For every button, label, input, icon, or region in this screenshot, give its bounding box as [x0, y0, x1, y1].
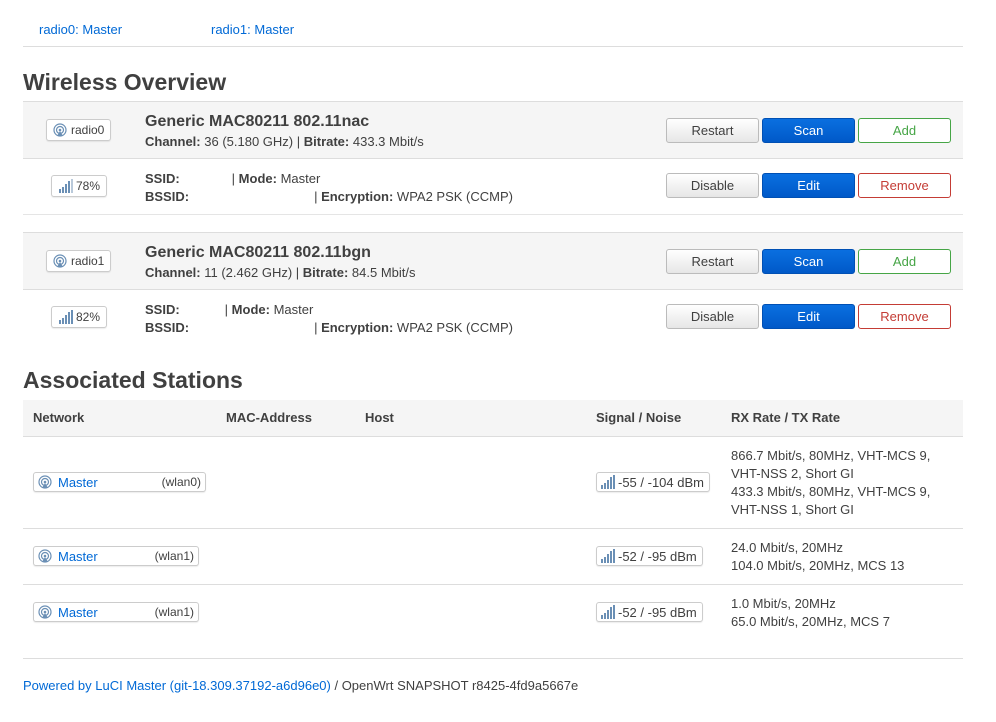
radio0-info: Channel: 36 (5.180 GHz) | Bitrate: 433.3…	[145, 134, 424, 149]
station-rates: 24.0 Mbit/s, 20MHz 104.0 Mbit/s, 20MHz, …	[731, 540, 905, 573]
radio1-edit-button[interactable]: Edit	[762, 304, 855, 329]
radio0-label: radio0	[71, 123, 105, 137]
wifi-icon	[38, 475, 52, 489]
station-interface: (wlan1)	[154, 605, 194, 619]
radio1-info: Channel: 11 (2.462 GHz) | Bitrate: 84.5 …	[145, 265, 416, 280]
bssid-label: BSSID:	[145, 189, 190, 204]
signal-bars-icon	[600, 549, 615, 563]
radio1-channel: 11 (2.462 GHz)	[204, 265, 293, 280]
encryption-label: Encryption:	[321, 189, 394, 204]
radio0-title: Generic MAC80211 802.11nac	[145, 113, 370, 130]
station-signal-badge: -52 / -95 dBm	[596, 546, 703, 566]
signal-bars-icon	[600, 605, 615, 619]
radio1-add-button[interactable]: Add	[858, 249, 951, 274]
tab-radio0[interactable]: radio0: Master	[39, 22, 122, 37]
wireless-overview-heading: Wireless Overview	[23, 69, 227, 95]
channel-label: Channel:	[145, 134, 201, 149]
column-signal-noise: Signal / Noise	[596, 410, 682, 425]
radio0-signal-badge: 78%	[51, 175, 108, 197]
station-network-badge[interactable]: Master (wlan1)	[33, 602, 199, 622]
footer-divider	[23, 658, 963, 659]
channel-label: Channel:	[145, 265, 201, 280]
station-signal-badge: -52 / -95 dBm	[596, 602, 703, 622]
radio1-disable-button[interactable]: Disable	[666, 304, 759, 329]
radio0-network-row: 78% SSID: | Mode: Master BSSID: | Encrypti…	[23, 158, 963, 215]
radio0-mode: Master	[280, 171, 321, 186]
radio1-remove-button[interactable]: Remove	[858, 304, 951, 329]
radio0-ssid-line: SSID: | Mode: Master	[145, 171, 321, 186]
signal-bars-icon	[58, 179, 73, 193]
signal-bars-icon	[600, 475, 615, 489]
radio0-add-button[interactable]: Add	[858, 118, 951, 143]
column-mac-address: MAC-Address	[226, 410, 312, 425]
tab-radio1[interactable]: radio1: Master	[211, 22, 294, 37]
stations-table-header: Network MAC-Address Host Signal / Noise …	[23, 400, 963, 437]
associated-stations-heading: Associated Stations	[23, 367, 243, 393]
radio0-row: radio0 Generic MAC80211 802.11nac Channe…	[23, 101, 963, 159]
page-container: radio0: Master radio1: Master Wireless O…	[23, 0, 963, 693]
encryption-label: Encryption:	[321, 320, 394, 335]
radio0-signal: 78%	[76, 179, 101, 193]
wifi-icon	[38, 605, 52, 619]
radio1-scan-button[interactable]: Scan	[762, 249, 855, 274]
station-signal: -52 / -95 dBm	[618, 548, 697, 564]
radio1-signal-badge: 82%	[51, 306, 108, 328]
wifi-icon	[38, 549, 52, 563]
radio1-encryption: WPA2 PSK (CCMP)	[396, 320, 513, 335]
station-rates: 1.0 Mbit/s, 20MHz 65.0 Mbit/s, 20MHz, MC…	[731, 596, 890, 629]
radio1-restart-button[interactable]: Restart	[666, 249, 759, 274]
station-signal: -52 / -95 dBm	[618, 604, 697, 620]
wifi-icon	[53, 254, 67, 268]
station-interface: (wlan0)	[161, 475, 201, 489]
luci-version-link[interactable]: Powered by LuCI Master (git-18.309.37192…	[23, 678, 331, 693]
station-network-name: Master	[58, 548, 98, 564]
openwrt-version: / OpenWrt SNAPSHOT r8425-4fd9a5667e	[330, 678, 579, 693]
radio0-restart-button[interactable]: Restart	[666, 118, 759, 143]
station-network-badge[interactable]: Master (wlan1)	[33, 546, 199, 566]
ssid-label: SSID:	[145, 302, 180, 317]
bitrate-label: Bitrate:	[303, 134, 350, 149]
radio1-label: radio1	[71, 254, 105, 268]
station-network-name: Master	[58, 474, 98, 490]
radio1-ssid-line: SSID: | Mode: Master	[145, 302, 314, 317]
radio0-bitrate: 433.3 Mbit/s	[352, 134, 424, 149]
radio-tabs: radio0: Master radio1: Master	[23, 0, 963, 47]
table-row: Master (wlan0) -55 / -104 dBm 866.7 Mbit…	[23, 437, 963, 529]
radio0-badge: radio0	[46, 119, 112, 141]
radio0-channel: 36 (5.180 GHz)	[204, 134, 294, 149]
wifi-icon	[53, 123, 67, 137]
radio1-bitrate: 84.5 Mbit/s	[351, 265, 416, 280]
station-signal-badge: -55 / -104 dBm	[596, 472, 710, 492]
column-host: Host	[365, 410, 394, 425]
radio1-network-row: 82% SSID: | Mode: Master BSSID: | Encrypti…	[23, 289, 963, 345]
radio1-row: radio1 Generic MAC80211 802.11bgn Channe…	[23, 232, 963, 290]
radio1-badge: radio1	[46, 250, 112, 272]
ssid-label: SSID:	[145, 171, 180, 186]
bitrate-label: Bitrate:	[302, 265, 349, 280]
station-rates: 866.7 Mbit/s, 80MHz, VHT-MCS 9, VHT-NSS …	[731, 448, 931, 517]
radio0-encryption: WPA2 PSK (CCMP)	[396, 189, 513, 204]
radio1-title: Generic MAC80211 802.11bgn	[145, 244, 371, 261]
bssid-label: BSSID:	[145, 320, 190, 335]
mode-label: Mode:	[238, 171, 277, 186]
radio1-bssid-line: BSSID: | Encryption: WPA2 PSK (CCMP)	[145, 320, 513, 335]
radio0-disable-button[interactable]: Disable	[666, 173, 759, 198]
column-network: Network	[33, 410, 85, 425]
radio1-signal: 82%	[76, 310, 101, 324]
mode-label: Mode:	[231, 302, 270, 317]
column-rx-tx-rate: RX Rate / TX Rate	[731, 410, 841, 425]
station-interface: (wlan1)	[154, 549, 194, 563]
radio1-mode: Master	[273, 302, 314, 317]
radio0-bssid-line: BSSID: | Encryption: WPA2 PSK (CCMP)	[145, 189, 513, 204]
signal-bars-icon	[58, 310, 73, 324]
station-signal: -55 / -104 dBm	[618, 474, 704, 490]
station-network-name: Master	[58, 604, 98, 620]
radio0-scan-button[interactable]: Scan	[762, 118, 855, 143]
radio0-remove-button[interactable]: Remove	[858, 173, 951, 198]
footer: Powered by LuCI Master (git-18.309.37192…	[23, 678, 578, 693]
table-row: Master (wlan1) -52 / -95 dBm 24.0 Mbit/s…	[23, 529, 963, 585]
table-row: Master (wlan1) -52 / -95 dBm 1.0 Mbit/s,…	[23, 585, 963, 641]
radio0-edit-button[interactable]: Edit	[762, 173, 855, 198]
station-network-badge[interactable]: Master (wlan0)	[33, 472, 206, 492]
